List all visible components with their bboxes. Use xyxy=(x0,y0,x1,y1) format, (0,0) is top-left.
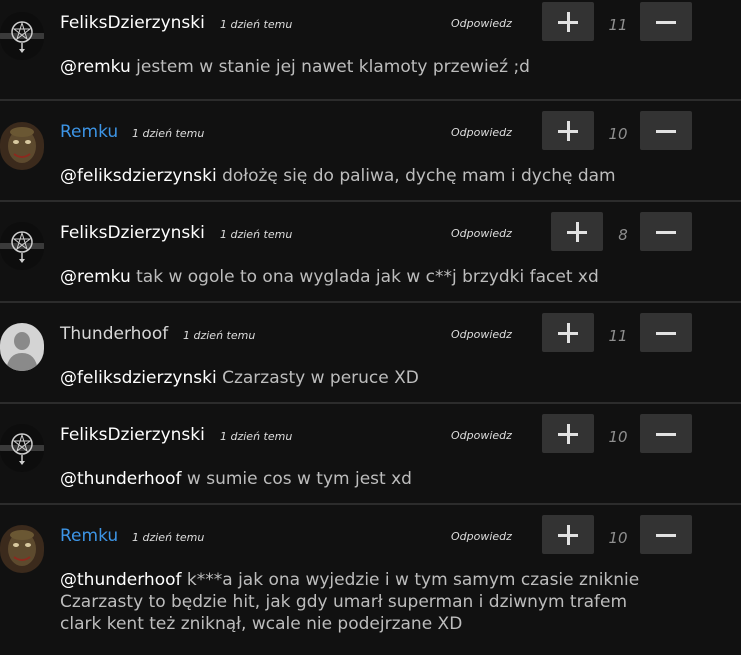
comment-author[interactable]: FeliksDzierzynski xyxy=(60,13,205,33)
vote-count: 11 xyxy=(608,327,628,345)
user-mention[interactable]: @feliksdzierzynski xyxy=(60,166,217,186)
comment-author[interactable]: FeliksDzierzynski xyxy=(60,223,205,243)
user-mention[interactable]: @thunderhoof xyxy=(60,570,182,590)
user-mention[interactable]: @remku xyxy=(60,57,131,77)
plus-icon xyxy=(558,121,578,141)
comment-text: @thunderhoof k***a jak ona wyjedzie i w … xyxy=(60,569,670,635)
comment-body: dołożę się do paliwa, dychę mam i dychę … xyxy=(216,166,616,186)
pentagram-icon xyxy=(0,12,44,60)
avatar-remku[interactable] xyxy=(0,122,44,170)
downvote-button[interactable] xyxy=(640,111,692,150)
minus-icon xyxy=(656,231,676,234)
avatar-remku[interactable] xyxy=(0,525,44,573)
downvote-button[interactable] xyxy=(640,414,692,453)
upvote-button[interactable] xyxy=(542,313,594,352)
pentagram-icon xyxy=(0,424,44,472)
reply-link[interactable]: Odpowiedz xyxy=(451,530,512,543)
comment-author[interactable]: Remku xyxy=(60,526,118,546)
comment-time: 1 dzień temu xyxy=(132,127,205,140)
upvote-button[interactable] xyxy=(542,414,594,453)
comment-time: 1 dzień temu xyxy=(183,329,256,342)
user-mention[interactable]: @feliksdzierzynski xyxy=(60,368,217,388)
minus-icon xyxy=(656,332,676,335)
reply-link[interactable]: Odpowiedz xyxy=(451,126,512,139)
reply-link[interactable]: Odpowiedz xyxy=(451,429,512,442)
avatar-pentagram[interactable] xyxy=(0,12,44,60)
comment-author[interactable]: Remku xyxy=(60,122,118,142)
downvote-button[interactable] xyxy=(640,313,692,352)
vote-count: 10 xyxy=(608,125,628,143)
user-photo-icon xyxy=(0,122,44,170)
comment-item: Remku 1 dzień temu Odpowiedz 10 @feliksd… xyxy=(0,101,741,202)
minus-icon xyxy=(656,534,676,537)
comment-body: jestem w stanie jej nawet klamoty przewi… xyxy=(130,57,530,77)
upvote-button[interactable] xyxy=(542,515,594,554)
comment-text: @feliksdzierzynski dołożę się do paliwa,… xyxy=(60,165,670,187)
reply-link[interactable]: Odpowiedz xyxy=(451,328,512,341)
downvote-button[interactable] xyxy=(640,515,692,554)
comment-time: 1 dzień temu xyxy=(132,531,205,544)
plus-icon xyxy=(558,525,578,545)
plus-icon xyxy=(558,424,578,444)
comment-item: FeliksDzierzynski 1 dzień temu Odpowiedz… xyxy=(0,0,741,101)
comment-time: 1 dzień temu xyxy=(220,18,293,31)
downvote-button[interactable] xyxy=(640,212,692,251)
avatar-pentagram[interactable] xyxy=(0,222,44,270)
avatar-pentagram[interactable] xyxy=(0,424,44,472)
comment-text: @remku tak w ogole to ona wyglada jak w … xyxy=(60,266,670,288)
comment-item: FeliksDzierzynski 1 dzień temu Odpowiedz… xyxy=(0,404,741,505)
upvote-button[interactable] xyxy=(551,212,603,251)
upvote-button[interactable] xyxy=(542,2,594,41)
vote-count: 8 xyxy=(618,226,628,244)
comment-body: tak w ogole to ona wyglada jak w c**j br… xyxy=(130,267,599,287)
plus-icon xyxy=(567,222,587,242)
upvote-button[interactable] xyxy=(542,111,594,150)
comment-text: @feliksdzierzynski Czarzasty w peruce XD xyxy=(60,367,670,389)
minus-icon xyxy=(656,21,676,24)
comment-body: Czarzasty w peruce XD xyxy=(216,368,419,388)
minus-icon xyxy=(656,130,676,133)
downvote-button[interactable] xyxy=(640,2,692,41)
default-user-icon xyxy=(0,323,44,371)
reply-link[interactable]: Odpowiedz xyxy=(451,17,512,30)
vote-count: 10 xyxy=(608,428,628,446)
plus-icon xyxy=(558,12,578,32)
avatar-default[interactable] xyxy=(0,323,44,371)
comment-time: 1 dzień temu xyxy=(220,228,293,241)
user-mention[interactable]: @thunderhoof xyxy=(60,469,182,489)
minus-icon xyxy=(656,433,676,436)
vote-count: 11 xyxy=(608,16,628,34)
plus-icon xyxy=(558,323,578,343)
comment-item: FeliksDzierzynski 1 dzień temu Odpowiedz… xyxy=(0,202,741,303)
vote-count: 10 xyxy=(608,529,628,547)
comment-author[interactable]: Thunderhoof xyxy=(60,324,168,344)
comment-author[interactable]: FeliksDzierzynski xyxy=(60,425,205,445)
user-photo-icon xyxy=(0,525,44,573)
comment-item: Remku 1 dzień temu Odpowiedz 10 @thunder… xyxy=(0,505,741,655)
comment-item: Thunderhoof 1 dzień temu Odpowiedz 11 @f… xyxy=(0,303,741,404)
pentagram-icon xyxy=(0,222,44,270)
comment-time: 1 dzień temu xyxy=(220,430,293,443)
comment-text: @thunderhoof w sumie cos w tym jest xd xyxy=(60,468,670,490)
reply-link[interactable]: Odpowiedz xyxy=(451,227,512,240)
user-mention[interactable]: @remku xyxy=(60,267,131,287)
comment-body: w sumie cos w tym jest xd xyxy=(181,469,412,489)
comment-text: @remku jestem w stanie jej nawet klamoty… xyxy=(60,56,670,78)
